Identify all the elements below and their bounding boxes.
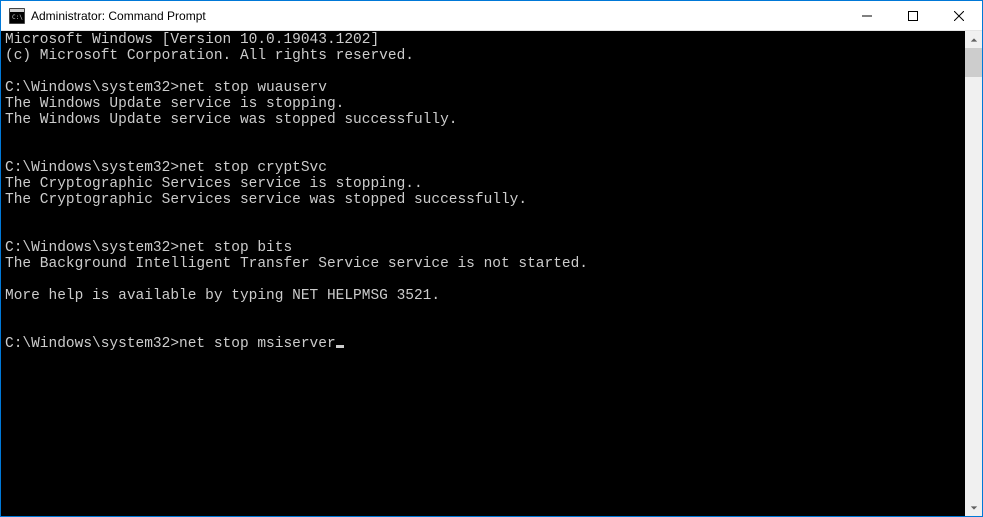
content-area: Microsoft Windows [Version 10.0.19043.12…	[1, 31, 982, 516]
cursor	[336, 345, 344, 348]
scroll-thumb[interactable]	[965, 48, 982, 77]
terminal-line	[5, 225, 965, 241]
window-title: Administrator: Command Prompt	[31, 9, 844, 23]
terminal-line: The Cryptographic Services service was s…	[5, 193, 965, 209]
titlebar[interactable]: C:\ Administrator: Command Prompt	[1, 1, 982, 31]
cmd-icon: C:\	[9, 8, 25, 24]
maximize-button[interactable]	[890, 1, 936, 30]
terminal-output[interactable]: Microsoft Windows [Version 10.0.19043.12…	[1, 31, 965, 516]
vertical-scrollbar[interactable]	[965, 31, 982, 516]
terminal-line: The Cryptographic Services service is st…	[5, 177, 965, 193]
scroll-up-arrow[interactable]	[965, 31, 982, 48]
terminal-line: C:\Windows\system32>net stop cryptSvc	[5, 161, 965, 177]
terminal-line	[5, 129, 965, 145]
terminal-line: (c) Microsoft Corporation. All rights re…	[5, 49, 965, 65]
close-button[interactable]	[936, 1, 982, 30]
terminal-line: The Background Intelligent Transfer Serv…	[5, 257, 965, 273]
terminal-current-line: C:\Windows\system32>net stop msiserver	[5, 337, 965, 353]
terminal-line: The Windows Update service was stopped s…	[5, 113, 965, 129]
minimize-button[interactable]	[844, 1, 890, 30]
terminal-line	[5, 273, 965, 289]
terminal-line	[5, 209, 965, 225]
terminal-line	[5, 321, 965, 337]
terminal-line: More help is available by typing NET HEL…	[5, 289, 965, 305]
svg-text:C:\: C:\	[12, 14, 23, 21]
terminal-line	[5, 145, 965, 161]
terminal-line	[5, 65, 965, 81]
scroll-down-arrow[interactable]	[965, 499, 982, 516]
terminal-line: The Windows Update service is stopping.	[5, 97, 965, 113]
terminal-line: C:\Windows\system32>net stop wuauserv	[5, 81, 965, 97]
terminal-line: C:\Windows\system32>net stop bits	[5, 241, 965, 257]
terminal-line	[5, 305, 965, 321]
window-controls	[844, 1, 982, 30]
scroll-track[interactable]	[965, 48, 982, 499]
command-prompt-window: C:\ Administrator: Command Prompt Micros…	[1, 1, 982, 516]
terminal-line: Microsoft Windows [Version 10.0.19043.12…	[5, 33, 965, 49]
